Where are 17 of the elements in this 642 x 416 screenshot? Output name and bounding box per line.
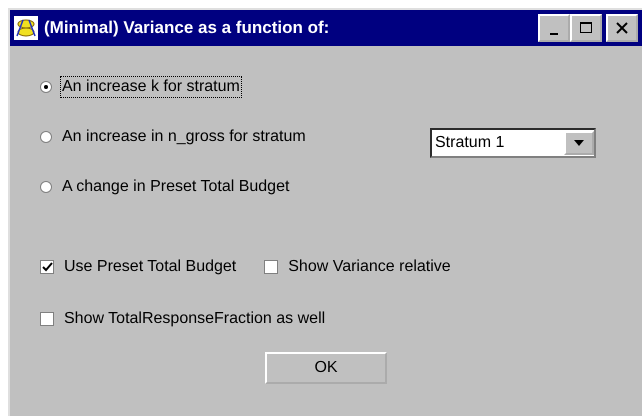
radio-option[interactable]: An increase in n_gross for stratum — [40, 126, 430, 148]
maximize-button[interactable] — [570, 14, 602, 42]
close-button[interactable] — [606, 14, 638, 42]
checkbox-option[interactable]: Use Preset Total Budget — [40, 258, 236, 276]
checkbox-option[interactable]: Show TotalResponseFraction as well — [40, 310, 326, 328]
dropdown-arrow-icon — [573, 139, 585, 147]
maximize-icon — [579, 21, 593, 35]
stratum-dropdown[interactable]: Stratum 1 — [430, 128, 596, 158]
ok-button[interactable]: OK — [265, 352, 387, 384]
checkbox-option[interactable]: Show Variance relative — [264, 258, 451, 276]
checkmark-icon — [42, 262, 52, 272]
radio-option[interactable]: A change in Preset Total Budget — [40, 176, 430, 198]
app-icon — [14, 16, 38, 40]
radio-option[interactable]: An increase k for stratum — [40, 76, 430, 98]
minimize-icon — [550, 33, 558, 35]
close-icon — [615, 21, 629, 35]
window-title: (Minimal) Variance as a function of: — [44, 18, 330, 38]
